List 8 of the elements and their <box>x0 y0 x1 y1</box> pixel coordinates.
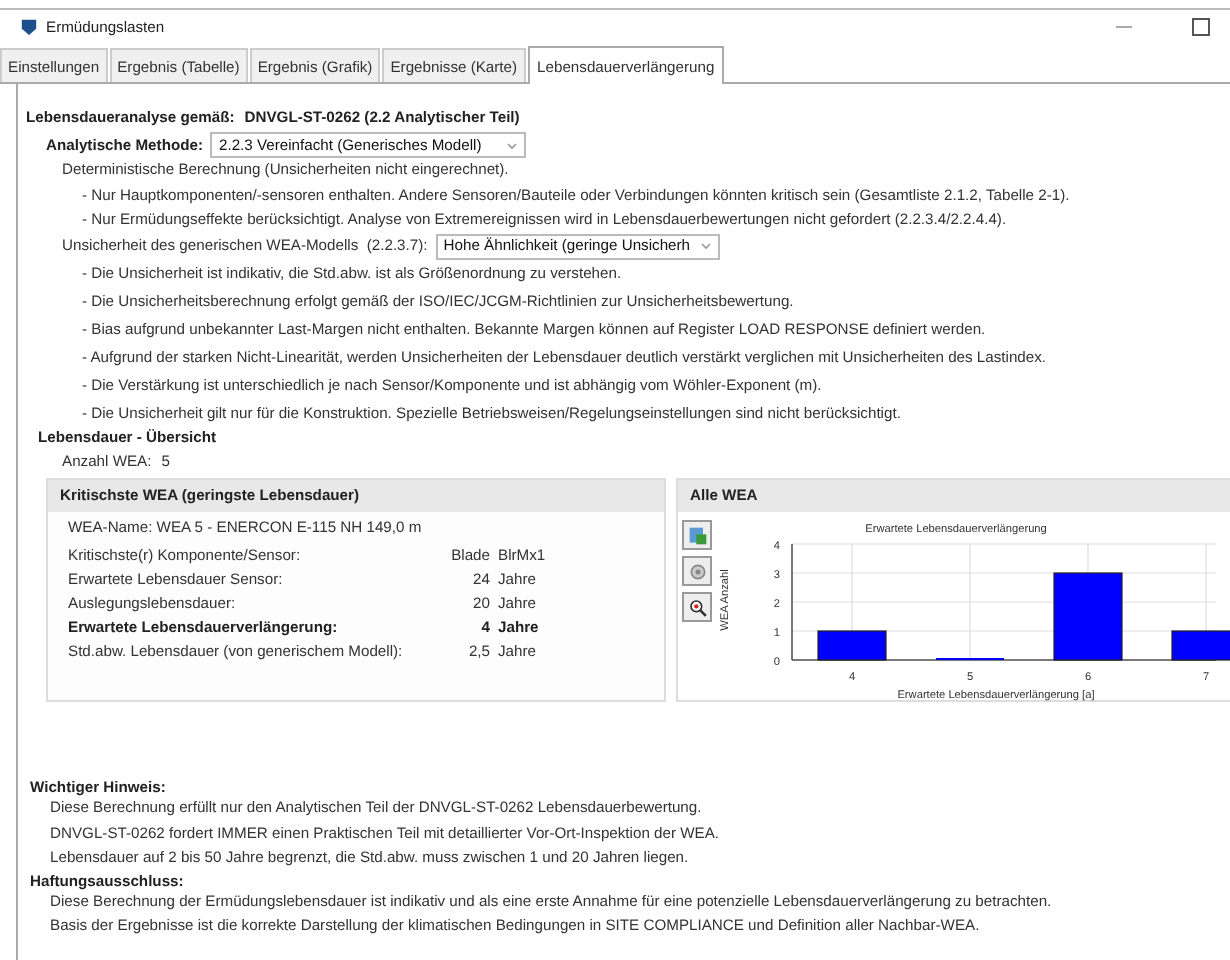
maximize-button[interactable] <box>1192 17 1210 35</box>
y-axis <box>791 543 793 661</box>
app-icon <box>20 17 38 35</box>
minimize-button[interactable] <box>1116 25 1132 27</box>
zoom-icon[interactable] <box>682 592 712 622</box>
export-icon[interactable] <box>682 520 712 550</box>
caret-icon <box>506 141 519 149</box>
caret-icon <box>699 242 712 250</box>
